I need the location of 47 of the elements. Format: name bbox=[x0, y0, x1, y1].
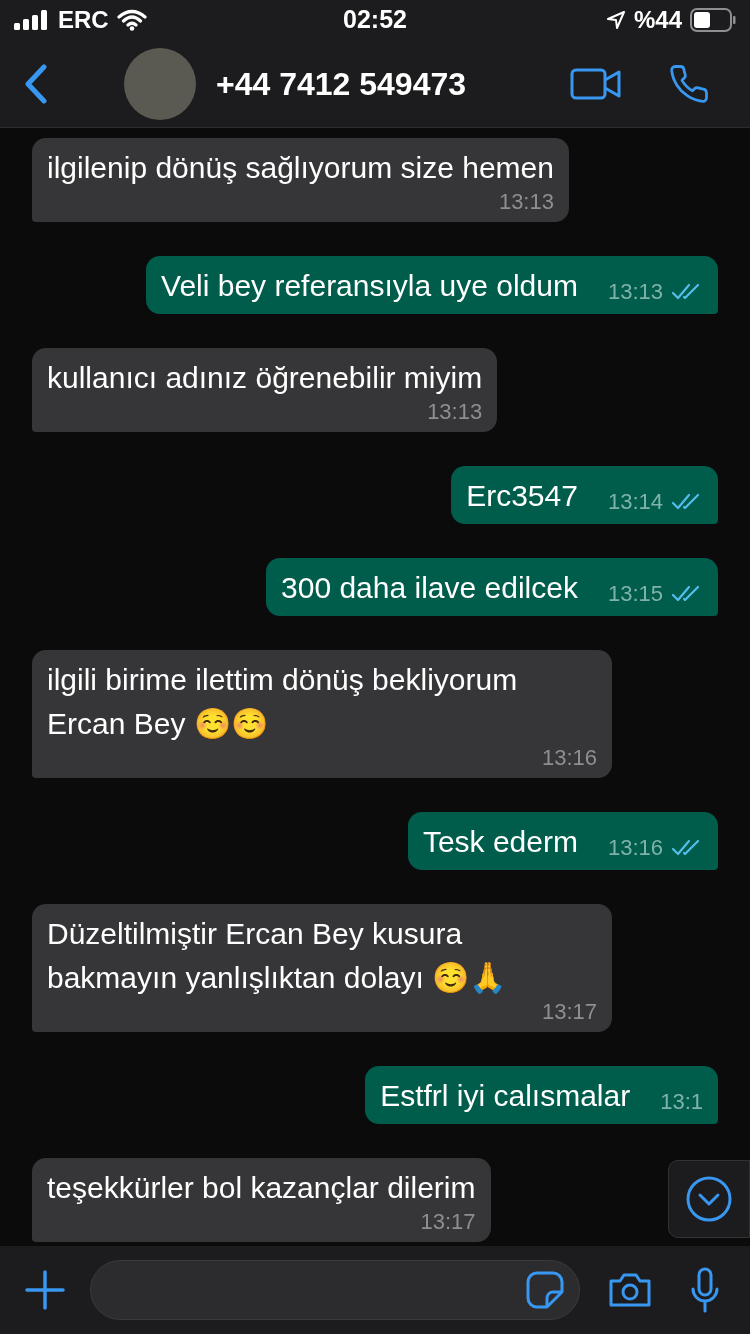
message-text: ilgili birime ilettim dönüş bekliyorum Ercan Bey ☺☺ bbox=[47, 663, 518, 740]
message-bubble[interactable]: Tesk ederm 13:16 bbox=[407, 812, 718, 870]
video-camera-icon bbox=[570, 67, 622, 100]
message-bubble[interactable]: ilgili birime ilettim dönüş bekliyorum Ercan Bey ☺☺ 13:16 bbox=[32, 650, 612, 778]
plus-icon bbox=[25, 1270, 65, 1310]
signal-icon bbox=[14, 10, 50, 30]
message-time: 13:16 bbox=[607, 834, 663, 862]
message-time: 13:17 bbox=[420, 1208, 476, 1236]
sticker-icon[interactable] bbox=[525, 1270, 565, 1310]
message-bubble[interactable]: 300 daha ilave edilcek 13:15 bbox=[266, 558, 718, 616]
chevron-down-circle-icon bbox=[685, 1175, 733, 1223]
camera-icon bbox=[607, 1271, 653, 1309]
message-text: Tesk ederm bbox=[422, 824, 578, 860]
back-chevron-icon bbox=[24, 63, 48, 104]
message-time: 13:13 bbox=[498, 188, 554, 216]
message-text: Düzeltilmiştir Ercan Bey kusura bakmayın yanlışlıktan dolayı ☺🙏 bbox=[47, 917, 507, 994]
message-time: 13:15 bbox=[607, 580, 663, 608]
message-text: ilgilenip dönüş sağlıyorum size hemen bbox=[47, 151, 554, 184]
message-bubble[interactable]: Estfrl iyi calısmalar 13:1 bbox=[365, 1066, 718, 1124]
carrier-name: ERC bbox=[58, 5, 109, 35]
message-bubble[interactable]: ilgilenip dönüş sağlıyorum size hemen 13:13 bbox=[32, 138, 569, 222]
microphone-icon bbox=[690, 1267, 720, 1313]
scroll-down-button[interactable] bbox=[668, 1160, 750, 1238]
message-text: teşekkürler bol kazançlar dilerim bbox=[47, 1171, 476, 1204]
message-time: 13:17 bbox=[541, 998, 597, 1026]
message-time: 13:14 bbox=[607, 488, 663, 516]
message-time: 13:16 bbox=[541, 744, 597, 772]
battery-icon bbox=[690, 8, 736, 32]
wifi-icon bbox=[116, 9, 147, 31]
message-bubble[interactable]: Veli bey referansıyla uye oldum 13:13 bbox=[146, 256, 718, 314]
contact-title[interactable]: +44 7412 549473 bbox=[216, 59, 568, 108]
message-text: Estfrl iyi calısmalar bbox=[380, 1078, 631, 1114]
location-arrow-icon bbox=[605, 10, 626, 30]
message-text: kullanıcı adınız öğrenebilir miyim bbox=[47, 361, 483, 394]
message-text: Veli bey referansıyla uye oldum bbox=[161, 268, 578, 304]
phone-icon bbox=[668, 62, 710, 105]
message-time: 13:1 bbox=[660, 1088, 703, 1116]
message-time: 13:13 bbox=[427, 398, 483, 426]
message-text: 300 daha ilave edilcek bbox=[281, 570, 578, 606]
message-time: 13:13 bbox=[607, 278, 663, 306]
battery-percent: %44 bbox=[633, 5, 682, 35]
message-bubble[interactable]: Erc3547 13:14 bbox=[451, 466, 718, 524]
message-bubble[interactable]: teşekkürler bol kazançlar dilerim 13:17 bbox=[32, 1158, 491, 1242]
clock-time: 02:52 bbox=[342, 4, 408, 36]
message-text: Erc3547 bbox=[466, 478, 578, 514]
message-bubble[interactable]: kullanıcı adınız öğrenebilir miyim 13:13 bbox=[32, 348, 498, 432]
message-bubble[interactable]: Düzeltilmiştir Ercan Bey kusura bakmayın yanlışlıktan dolayı ☺🙏 13:17 bbox=[32, 904, 612, 1032]
